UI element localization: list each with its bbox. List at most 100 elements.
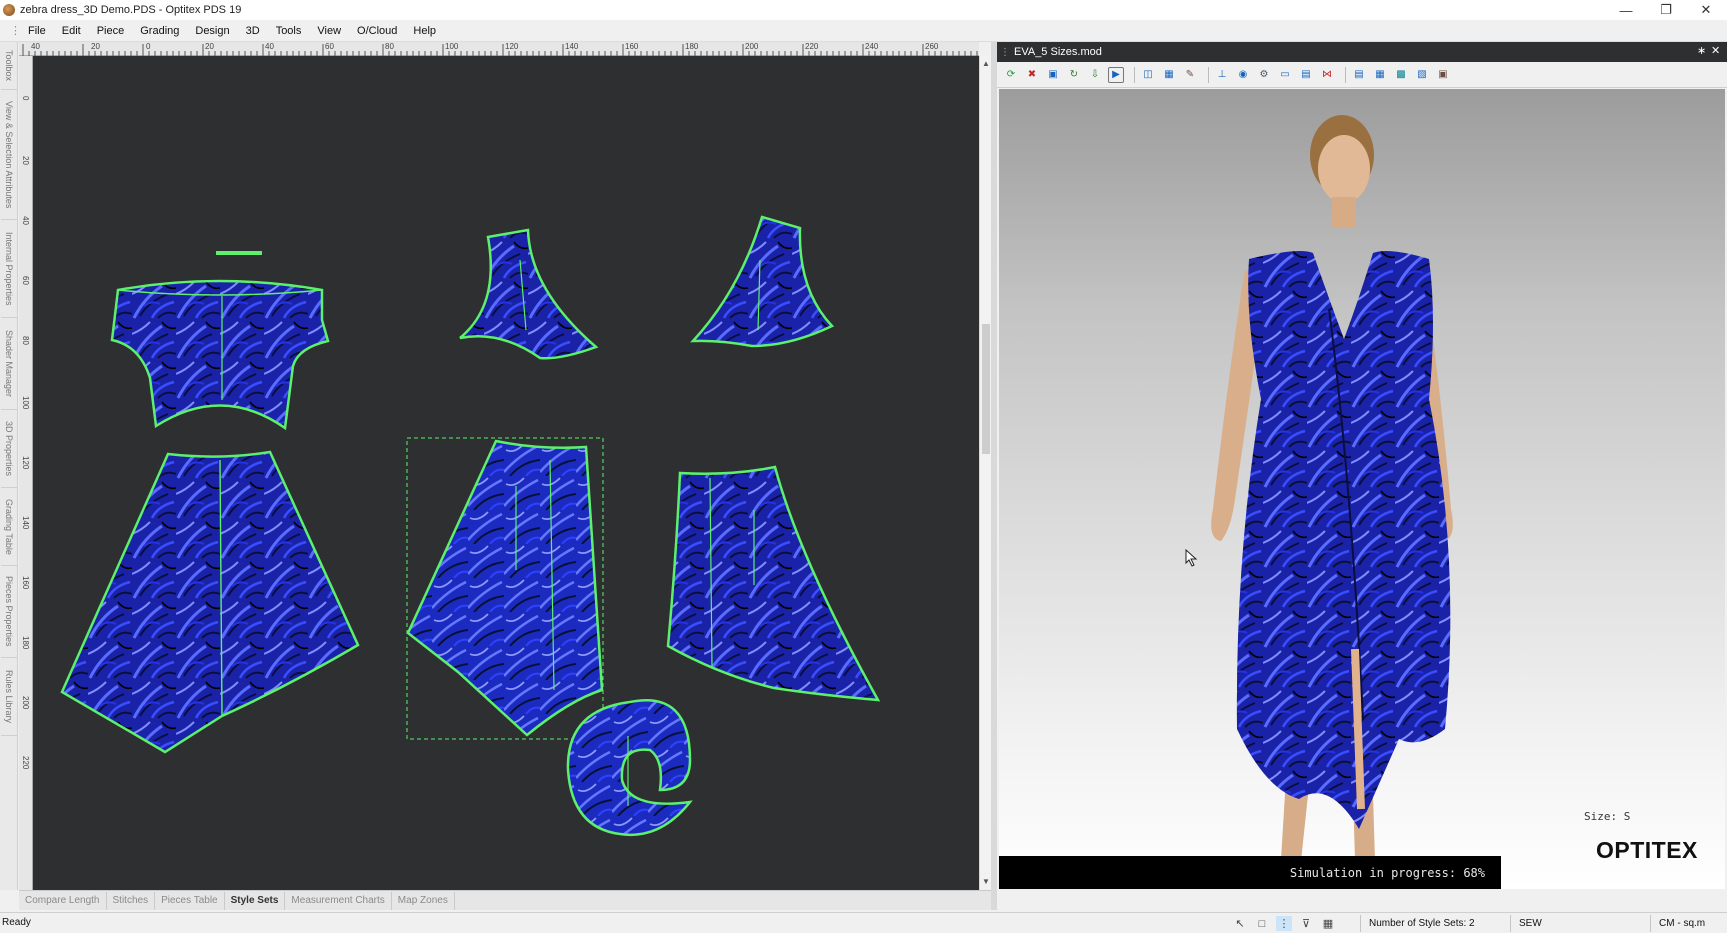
menu-grading[interactable]: Grading: [132, 21, 187, 41]
app-logo-icon: [3, 4, 15, 16]
marquee-tool-icon[interactable]: ⋮: [1276, 916, 1292, 931]
image-icon[interactable]: ▤: [1298, 67, 1314, 83]
down-arrow-icon[interactable]: ⇩: [1087, 67, 1103, 83]
ruler-label: 40: [21, 216, 30, 225]
tab-pieces-table[interactable]: Pieces Table: [155, 891, 225, 910]
settings-icon[interactable]: ⚙: [1256, 67, 1272, 83]
menu-design[interactable]: Design: [187, 21, 237, 41]
grid-icon[interactable]: ▩: [1393, 67, 1409, 83]
pointer-tool-icon[interactable]: ↖: [1232, 916, 1248, 931]
play-icon[interactable]: ▶: [1108, 66, 1124, 83]
status-bar: Ready ↖ □ ⋮ ⊽ ▦ Number of Style Sets: 2 …: [0, 912, 1727, 933]
mouse-cursor-icon: [1185, 549, 1198, 567]
piece-skirt-side-selected[interactable]: [406, 437, 604, 740]
side-tab-grading-table[interactable]: Grading Table: [1, 488, 17, 566]
layout-icon[interactable]: ◫: [1140, 67, 1156, 83]
piece-bodice[interactable]: [110, 279, 330, 431]
menu-3d[interactable]: 3D: [238, 21, 268, 41]
frame-icon[interactable]: ▦: [1161, 67, 1177, 83]
select-tool-icon[interactable]: □: [1254, 916, 1270, 931]
tab-map-zones[interactable]: Map Zones: [392, 891, 455, 910]
toolbar-separator: [1134, 66, 1135, 83]
piece-skirt-back[interactable]: [666, 465, 881, 702]
ruler-label: 260: [925, 42, 939, 51]
menu-ocloud[interactable]: O/Cloud: [349, 21, 405, 41]
piece-armhole-1[interactable]: [459, 228, 599, 360]
canvas-vertical-scrollbar[interactable]: ▲ ▼: [979, 56, 991, 890]
side-tab-pieces-properties[interactable]: Pieces Properties: [1, 566, 17, 658]
side-tab-view-selection[interactable]: View & Selection Attributes: [1, 90, 17, 220]
refresh-icon[interactable]: ⟳: [1003, 67, 1019, 83]
piece-armhole-2[interactable]: [690, 215, 835, 348]
panel-grip-icon[interactable]: ⋮: [1000, 47, 1010, 58]
menu-edit[interactable]: Edit: [54, 21, 89, 41]
measure-tool-icon[interactable]: ▦: [1320, 916, 1336, 931]
ruler-label: 40: [31, 42, 40, 51]
brush-icon[interactable]: ✎: [1182, 67, 1198, 83]
status-ready: Ready: [2, 917, 31, 928]
menu-help[interactable]: Help: [405, 21, 444, 41]
ruler-label: 200: [21, 696, 30, 710]
ruler-label: 80: [385, 42, 394, 51]
close-icon[interactable]: ✕: [1686, 0, 1726, 20]
ruler-label: 180: [685, 42, 699, 51]
minimize-icon[interactable]: —: [1606, 0, 1646, 20]
side-tab-rules-library[interactable]: Rules Library: [1, 658, 17, 736]
tab-compare-length[interactable]: Compare Length: [19, 891, 107, 910]
ruler-label: 120: [21, 456, 30, 470]
side-tab-strip: Toolbox View & Selection Attributes Inte…: [0, 42, 18, 890]
pattern-canvas[interactable]: [33, 56, 979, 890]
ruler-label: 200: [745, 42, 759, 51]
table-icon[interactable]: ▦: [1372, 67, 1388, 83]
pin-icon[interactable]: ∗: [1697, 44, 1706, 57]
ruler-label: 180: [21, 636, 30, 650]
delete-icon[interactable]: ✖: [1024, 67, 1040, 83]
side-tab-3d-properties[interactable]: 3D Properties: [1, 410, 17, 488]
3d-viewport[interactable]: Size: S OPTITEX Simulation in progress: …: [999, 89, 1725, 889]
tab-measurement-charts[interactable]: Measurement Charts: [285, 891, 392, 910]
side-tab-internal-properties[interactable]: Internal Properties: [1, 220, 17, 318]
tab-style-sets[interactable]: Style Sets: [225, 891, 286, 910]
status-tool-icons: ↖ □ ⋮ ⊽ ▦: [1232, 915, 1342, 932]
menu-grip-icon[interactable]: ⋮: [10, 24, 21, 37]
piece-skirt-front[interactable]: [60, 450, 360, 754]
menu-tools[interactable]: Tools: [268, 21, 310, 41]
simulation-status-text: Simulation in progress: 68%: [1289, 865, 1485, 880]
tab-stitches[interactable]: Stitches: [107, 891, 156, 910]
side-tab-toolbox[interactable]: Toolbox: [1, 42, 17, 90]
ruler-label: 0: [21, 96, 30, 101]
cycle-icon[interactable]: ↻: [1066, 67, 1082, 83]
ruler-label: 0: [146, 42, 151, 51]
magnet-tool-icon[interactable]: ⊽: [1298, 916, 1314, 931]
axis-icon[interactable]: ⊥: [1214, 67, 1230, 83]
restore-icon[interactable]: ❐: [1646, 0, 1686, 20]
panel-close-icon[interactable]: ✕: [1711, 44, 1720, 57]
bottom-tab-strip: Compare Length Stitches Pieces Table Sty…: [19, 890, 991, 910]
camera-icon[interactable]: ◉: [1235, 67, 1251, 83]
image-icon[interactable]: ▣: [1045, 67, 1061, 83]
ruler-label: 160: [625, 42, 639, 51]
ruler-label: 100: [445, 42, 459, 51]
ruler-label: 80: [21, 336, 30, 345]
monitor-icon[interactable]: ▭: [1277, 67, 1293, 83]
ruler-label: 20: [21, 156, 30, 165]
menu-view[interactable]: View: [309, 21, 349, 41]
ruler-top: 40 20 0 20 40 60 80 100 120 140 160 180 …: [19, 42, 979, 56]
ruler-label: 220: [805, 42, 819, 51]
panel-3d-view: ⋮ EVA_5 Sizes.mod ∗ ✕ ⟳ ✖ ▣ ↻ ⇩ ▶ ◫ ▦ ✎ …: [997, 42, 1727, 910]
side-tab-shader-manager[interactable]: Shader Manager: [1, 318, 17, 410]
menu-file[interactable]: File: [20, 21, 54, 41]
ruler-label: 140: [21, 516, 30, 530]
layers-icon[interactable]: ▧: [1414, 67, 1430, 83]
cross-icon[interactable]: ⋈: [1319, 67, 1335, 83]
ruler-label: 20: [91, 42, 100, 51]
ruler-label: 20: [205, 42, 214, 51]
toolbar-separator: [1345, 66, 1346, 83]
ruler-left: 0 20 40 60 80 100 120 140 160 180 200 22…: [19, 56, 33, 890]
chart-icon[interactable]: ▤: [1351, 67, 1367, 83]
menu-piece[interactable]: Piece: [89, 21, 133, 41]
scrollbar-thumb[interactable]: [982, 324, 990, 454]
display-icon[interactable]: ▣: [1435, 67, 1451, 83]
piece-collar-spiral[interactable]: [566, 699, 693, 837]
ruler-label: 240: [865, 42, 879, 51]
